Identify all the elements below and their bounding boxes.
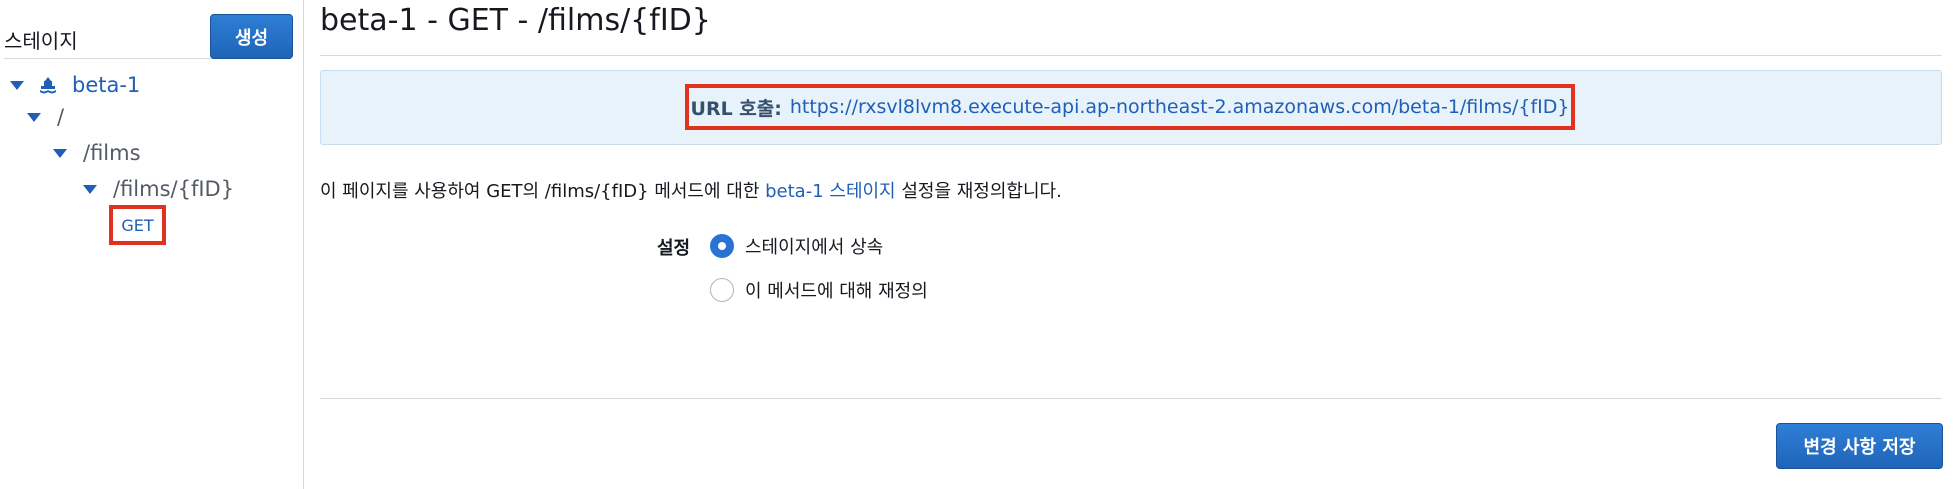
invoke-url-label: URL 호출: xyxy=(690,97,782,120)
description-after: 설정을 재정의합니다. xyxy=(895,181,1062,202)
sidebar-header: 스테이지 생성 xyxy=(4,12,293,59)
radio-label[interactable]: 이 메서드에 대해 재정의 xyxy=(745,277,928,303)
stage-link[interactable]: beta-1 스테이지 xyxy=(765,181,896,202)
stage-label[interactable]: beta-1 xyxy=(72,73,140,97)
tree-item-get-method[interactable]: GET xyxy=(109,205,166,245)
divider xyxy=(320,398,1942,399)
tree-item-films[interactable]: /films xyxy=(53,141,141,165)
tree-item-stage[interactable]: beta-1 xyxy=(10,73,140,97)
stage-sidebar: 스테이지 생성 beta-1 / /films /films/{fID} GET xyxy=(0,0,304,489)
description-before: 이 페이지를 사용하여 GET의 /films/{fID} 메서드에 대한 xyxy=(320,181,766,202)
radio-unchecked-icon[interactable] xyxy=(710,278,734,302)
sidebar-title: 스테이지 xyxy=(4,29,78,53)
radio-override-method[interactable]: 이 메서드에 대해 재정의 xyxy=(710,277,928,303)
resource-label[interactable]: /films/{fID} xyxy=(113,177,234,201)
create-stage-button[interactable]: 생성 xyxy=(210,14,293,59)
tree-item-film-id[interactable]: /films/{fID} xyxy=(83,177,234,201)
radio-checked-icon[interactable] xyxy=(710,234,734,258)
caret-down-icon[interactable] xyxy=(27,112,41,122)
invoke-url-banner: URL 호출: https://rxsvl8lvm8.execute-api.a… xyxy=(320,70,1942,145)
page-title: beta-1 - GET - /films/{fID} xyxy=(320,3,711,38)
description-text: 이 페이지를 사용하여 GET의 /films/{fID} 메서드에 대한 be… xyxy=(320,177,1062,203)
settings-label: 설정 xyxy=(657,238,691,259)
invoke-url-link[interactable]: https://rxsvl8lvm8.execute-api.ap-northe… xyxy=(790,96,1570,118)
caret-down-icon[interactable] xyxy=(83,184,97,194)
stage-icon xyxy=(40,77,56,94)
tree-item-root[interactable]: / xyxy=(27,105,64,129)
save-changes-button[interactable]: 변경 사항 저장 xyxy=(1776,423,1943,469)
radio-inherit-from-stage[interactable]: 스테이지에서 상속 xyxy=(710,233,883,259)
caret-down-icon[interactable] xyxy=(10,80,24,90)
resource-label[interactable]: / xyxy=(57,105,64,129)
invoke-url-highlight: URL 호출: https://rxsvl8lvm8.execute-api.a… xyxy=(685,84,1575,130)
radio-label[interactable]: 스테이지에서 상속 xyxy=(745,233,883,259)
resource-label[interactable]: /films xyxy=(83,141,141,165)
divider xyxy=(320,55,1942,56)
caret-down-icon[interactable] xyxy=(53,148,67,158)
